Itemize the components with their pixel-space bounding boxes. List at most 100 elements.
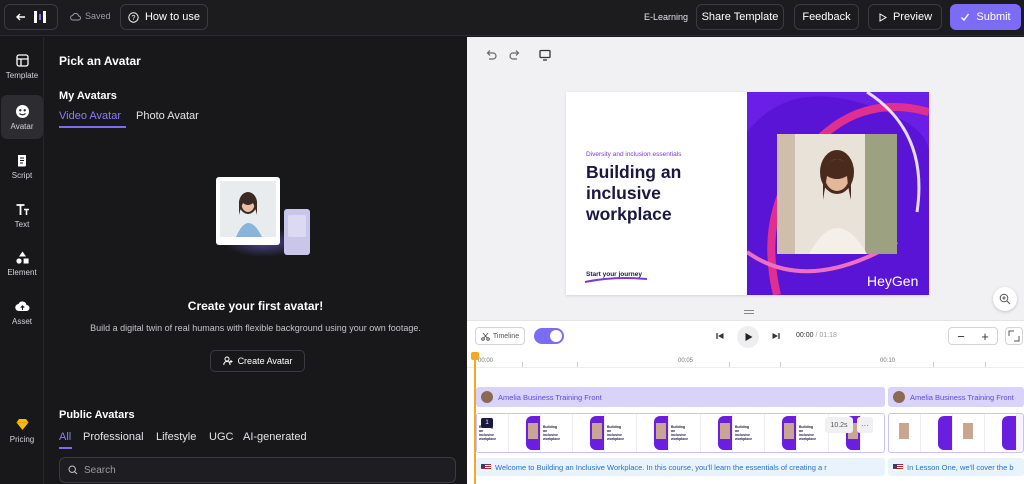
rail-label-template: Template — [5, 70, 39, 80]
empty-state-title: Create your first avatar! — [187, 299, 324, 313]
scene-thumbnail — [701, 414, 733, 452]
us-flag-icon — [893, 463, 903, 471]
scene-track-clip[interactable] — [888, 413, 1024, 453]
avatar-track-clip[interactable]: Amelia Business Training Front — [476, 387, 885, 407]
ruler-tick — [985, 362, 986, 367]
filter-all[interactable]: All — [59, 431, 71, 443]
play-button[interactable] — [737, 326, 759, 348]
preview-label: Preview — [892, 11, 933, 23]
slide-title: Building an inclusive workplace — [586, 162, 682, 224]
rail-label-text: Text — [14, 219, 30, 229]
app-logo-icon — [34, 11, 46, 23]
thumb-text: Building an inclusive workplace — [799, 425, 817, 441]
scene-thumbnail — [509, 414, 541, 452]
script-track-clip[interactable]: In Lesson One, we'll cover the b — [888, 458, 1024, 476]
rail-item-element[interactable]: Element — [1, 241, 43, 285]
playhead[interactable] — [471, 352, 479, 484]
diamond-icon — [16, 418, 28, 430]
scene-thumbnail: Building an inclusive workplace — [733, 414, 765, 452]
skip-back-icon[interactable] — [713, 329, 727, 343]
rail-label-element: Element — [7, 267, 37, 277]
slide-watermark: HeyGen — [867, 273, 918, 289]
rail-item-asset[interactable]: Asset — [1, 290, 43, 334]
avatar-thumb — [481, 391, 493, 403]
search-icon — [68, 465, 78, 475]
my-avatars-heading: My Avatars — [59, 90, 117, 102]
cloud-check-icon — [70, 12, 81, 20]
scene-thumbnail: Building an inclusive workplace — [605, 414, 637, 452]
rail-item-text[interactable]: Text — [1, 193, 43, 237]
ruler-tick — [933, 362, 934, 367]
script-track-clip[interactable]: Welcome to Building an Inclusive Workpla… — [476, 458, 885, 476]
avatar-illustration — [216, 177, 310, 255]
scene-more-button[interactable]: ··· — [857, 417, 873, 433]
scene-thumbnail — [889, 414, 921, 452]
zoom-button[interactable] — [993, 287, 1017, 311]
redo-icon[interactable] — [508, 48, 522, 62]
avatar-track-clip[interactable]: Amelia Business Training Front — [888, 387, 1024, 407]
timeline-toggle-button[interactable]: Timeline — [475, 327, 525, 345]
timeline-ruler: 00:00 00:05 00:10 — [467, 352, 1024, 368]
filter-ugc[interactable]: UGC — [209, 431, 233, 443]
tab-photo-avatar[interactable]: Photo Avatar — [136, 110, 199, 122]
scene-track-clip[interactable]: 1 Building an inclusive workplace Buildi… — [476, 413, 885, 453]
preview-button[interactable]: Preview — [868, 4, 942, 30]
rail-label-avatar: Avatar — [10, 121, 34, 131]
rail-item-avatar[interactable]: Avatar — [1, 95, 43, 139]
canvas-area: Diversity and inclusion essentials Build… — [467, 37, 1024, 320]
feedback-button[interactable]: Feedback — [794, 4, 859, 30]
back-button[interactable] — [4, 4, 58, 30]
rail-label-script: Script — [11, 170, 33, 180]
ruler-label: 00:00 — [478, 358, 494, 364]
monitor-icon[interactable] — [538, 48, 552, 62]
text-icon — [16, 203, 29, 215]
play-icon — [745, 333, 752, 341]
filter-professional[interactable]: Professional — [83, 431, 144, 443]
share-template-button[interactable]: Share Template — [696, 4, 784, 30]
thumb-text: Building an inclusive workplace — [543, 425, 561, 441]
rail-item-pricing[interactable]: Pricing — [1, 408, 43, 452]
saved-status: Saved — [70, 11, 111, 21]
us-flag-icon — [481, 463, 491, 471]
thumb-text: Building an inclusive workplace — [735, 425, 753, 441]
submit-button[interactable]: Submit — [950, 4, 1021, 30]
active-filter-underline — [59, 447, 72, 449]
element-icon — [15, 251, 29, 264]
timeline-panel: Timeline 00:00 / 01:18 − + 00:00 00:05 0… — [467, 320, 1024, 484]
total-time: / 01:18 — [815, 332, 837, 339]
script-icon — [17, 154, 26, 166]
slide-cta: Start your journey — [584, 271, 648, 283]
view-toggle[interactable] — [534, 328, 564, 344]
zoom-out-button[interactable]: − — [957, 329, 965, 344]
scene-thumbnail — [573, 414, 605, 452]
rail-item-script[interactable]: Script — [1, 144, 43, 188]
create-avatar-button[interactable]: Create Avatar — [210, 350, 305, 372]
rail-item-template[interactable]: Template — [1, 44, 43, 88]
add-user-icon — [222, 356, 233, 366]
zoom-in-button[interactable]: + — [981, 329, 989, 344]
slide-preview[interactable]: Diversity and inclusion essentials Build… — [566, 92, 929, 295]
top-bar: Saved ? How to use E-Learning Share Temp… — [0, 0, 1024, 36]
left-rail: Template Avatar Script Text Element Asse… — [0, 37, 44, 484]
timeline-label: Timeline — [492, 332, 520, 340]
skip-forward-icon[interactable] — [769, 329, 783, 343]
scene-number-badge: 1 — [481, 418, 493, 428]
check-icon — [961, 13, 970, 22]
filter-ai-generated[interactable]: AI-generated — [243, 431, 307, 443]
ruler-label: 00:05 — [678, 358, 694, 364]
undo-icon[interactable] — [484, 48, 498, 62]
active-tab-underline — [59, 126, 126, 128]
how-to-use-button[interactable]: ? How to use — [120, 4, 208, 30]
scene-thumbnail — [953, 414, 985, 452]
fit-timeline-button[interactable] — [1005, 327, 1023, 345]
current-time: 00:00 — [796, 332, 814, 339]
ruler-tick — [577, 362, 578, 367]
script-text: In Lesson One, we'll cover the b — [907, 462, 1014, 472]
panel-resize-handle[interactable] — [744, 310, 754, 314]
filter-lifestyle[interactable]: Lifestyle — [156, 431, 196, 443]
tab-video-avatar[interactable]: Video Avatar — [59, 110, 121, 122]
ruler-tick — [780, 362, 781, 367]
avatar-thumb — [893, 391, 905, 403]
rail-label-pricing: Pricing — [9, 434, 35, 444]
search-input[interactable]: Search — [59, 457, 456, 483]
